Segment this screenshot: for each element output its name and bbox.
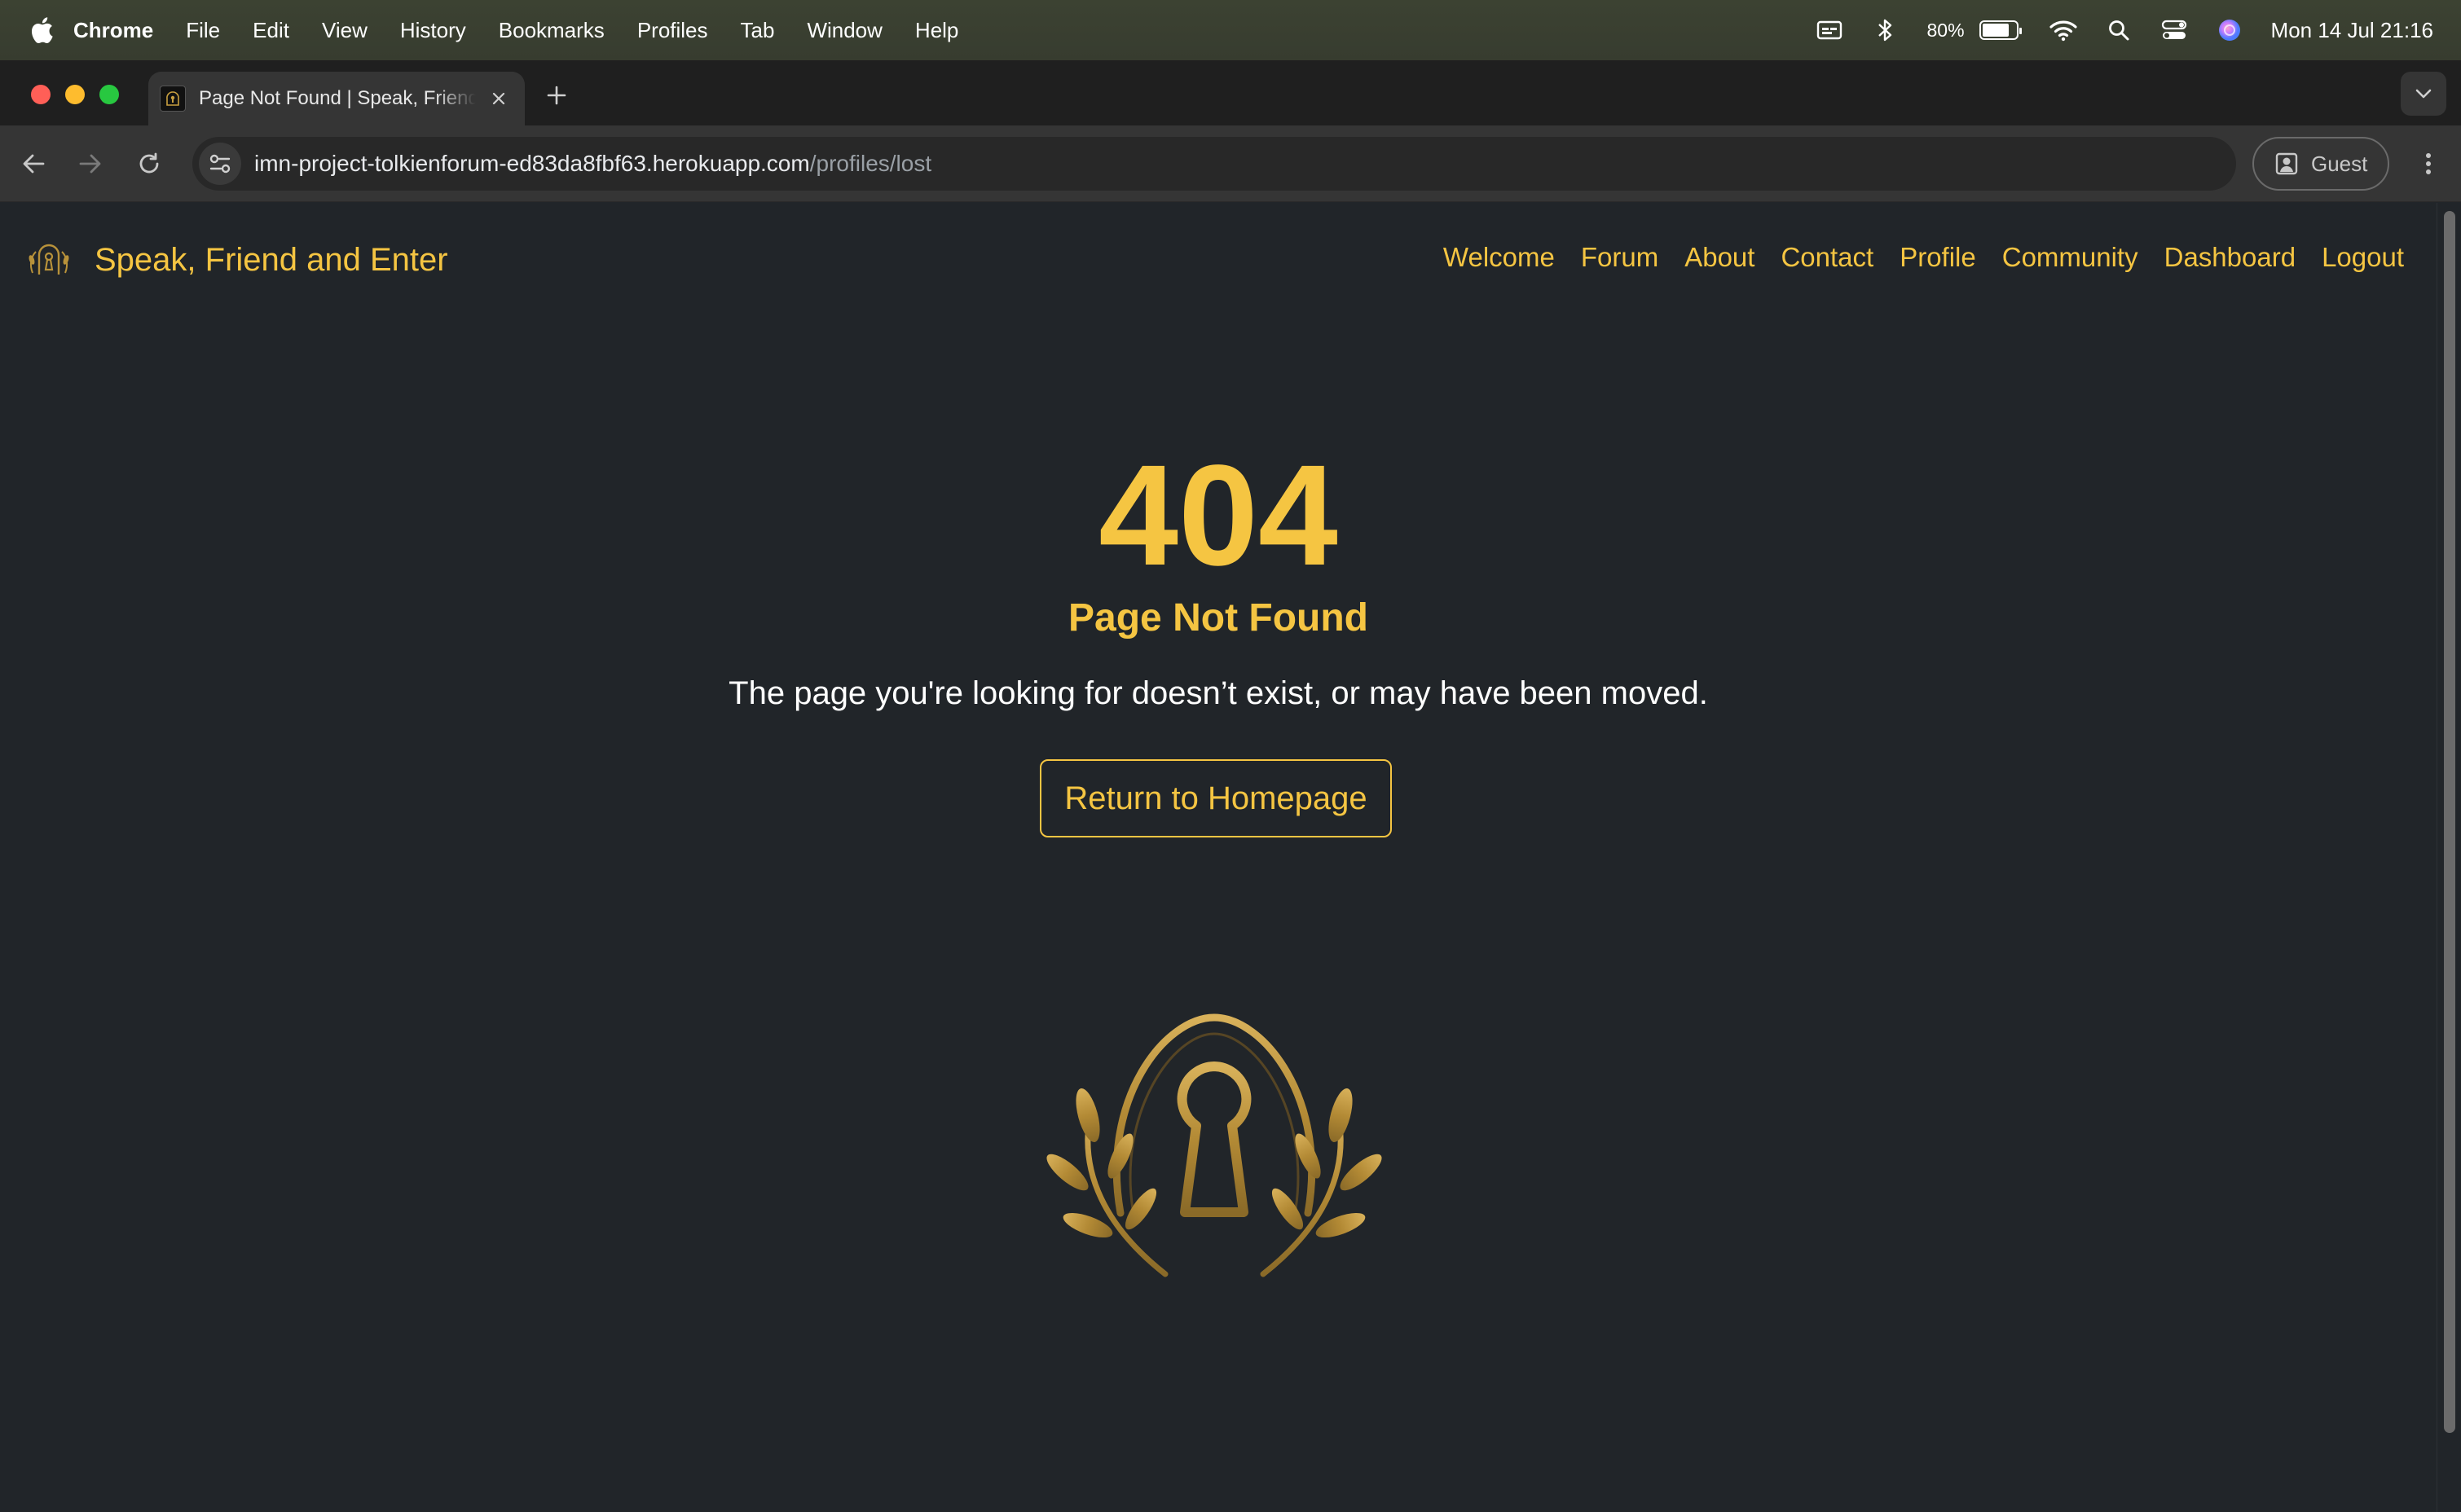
- bluetooth-icon[interactable]: [1871, 16, 1899, 44]
- menu-window[interactable]: Window: [807, 18, 882, 43]
- active-tab[interactable]: Page Not Found | Speak, Friend and Enter: [148, 72, 525, 125]
- page-scrollbar[interactable]: [2437, 203, 2461, 1512]
- tab-search-button[interactable]: [2401, 72, 2446, 116]
- menu-help[interactable]: Help: [915, 18, 958, 43]
- captions-icon[interactable]: [1816, 16, 1843, 44]
- profile-avatar-icon: [2274, 151, 2300, 177]
- nav-logout-link[interactable]: Logout: [2322, 242, 2404, 273]
- tab-title: Page Not Found | Speak, Friend and Enter: [199, 87, 476, 109]
- url-path: /profiles/lost: [809, 151, 932, 176]
- wifi-icon[interactable]: [2049, 16, 2077, 44]
- apple-menu-icon[interactable]: [29, 16, 54, 44]
- siri-icon[interactable]: [2216, 16, 2243, 44]
- site-info-icon[interactable]: [199, 143, 241, 185]
- nav-links: Welcome Forum About Contact Profile Comm…: [1443, 242, 2404, 273]
- keyhole-wreath-logo-icon: [24, 235, 73, 284]
- site-title: Speak, Friend and Enter: [95, 241, 448, 278]
- scrollbar-thumb[interactable]: [2444, 211, 2455, 1433]
- macos-menu-bar: Chrome File Edit View History Bookmarks …: [0, 0, 2461, 60]
- nav-about-link[interactable]: About: [1684, 242, 1754, 273]
- battery-percent: 80%: [1926, 19, 1965, 41]
- url-text[interactable]: imn-project-tolkienforum-ed83da8fbf63.he…: [254, 151, 931, 177]
- menu-clock[interactable]: Mon 14 Jul 21:16: [2271, 18, 2433, 43]
- reload-icon: [139, 152, 159, 174]
- url-host: imn-project-tolkienforum-ed83da8fbf63.he…: [254, 151, 810, 176]
- spotlight-search-icon[interactable]: [2105, 16, 2133, 44]
- browser-menu-icon[interactable]: [2412, 145, 2445, 182]
- menu-edit[interactable]: Edit: [253, 18, 289, 43]
- forward-button[interactable]: [72, 145, 109, 182]
- window-controls: [31, 85, 119, 104]
- menu-profiles[interactable]: Profiles: [637, 18, 708, 43]
- menu-app-name[interactable]: Chrome: [73, 18, 153, 43]
- minimize-window-button[interactable]: [65, 85, 85, 104]
- reload-button[interactable]: [130, 145, 168, 182]
- menu-tab[interactable]: Tab: [741, 18, 775, 43]
- menu-history[interactable]: History: [400, 18, 466, 43]
- profile-label: Guest: [2311, 151, 2368, 176]
- control-center-icon[interactable]: [2160, 16, 2188, 44]
- site-navbar: Speak, Friend and Enter Welcome Forum Ab…: [0, 203, 2437, 314]
- nav-dashboard-link[interactable]: Dashboard: [2164, 242, 2296, 273]
- browser-toolbar: imn-project-tolkienforum-ed83da8fbf63.he…: [0, 125, 2461, 202]
- site-brand[interactable]: Speak, Friend and Enter: [24, 235, 448, 284]
- error-title: Page Not Found: [1068, 596, 1368, 640]
- site-favicon-icon: [160, 86, 186, 112]
- error-message: The page you're looking for doesn’t exis…: [729, 675, 1708, 711]
- keyhole-emblem-icon: [1043, 1009, 1385, 1278]
- close-window-button[interactable]: [31, 85, 51, 104]
- close-tab-icon[interactable]: [487, 87, 510, 110]
- address-bar[interactable]: imn-project-tolkienforum-ed83da8fbf63.he…: [192, 137, 2236, 191]
- menu-view[interactable]: View: [322, 18, 368, 43]
- back-button[interactable]: [15, 145, 52, 182]
- chevron-down-icon: [2415, 89, 2432, 99]
- nav-forum-link[interactable]: Forum: [1581, 242, 1658, 273]
- nav-profile-link[interactable]: Profile: [1900, 242, 1976, 273]
- zoom-window-button[interactable]: [99, 85, 119, 104]
- nav-contact-link[interactable]: Contact: [1781, 242, 1873, 273]
- menu-bookmarks[interactable]: Bookmarks: [499, 18, 605, 43]
- nav-community-link[interactable]: Community: [2002, 242, 2138, 273]
- menu-file[interactable]: File: [186, 18, 220, 43]
- forward-arrow-icon: [79, 154, 101, 174]
- back-arrow-icon: [23, 154, 45, 174]
- browser-tab-strip: Page Not Found | Speak, Friend and Enter: [0, 60, 2461, 125]
- return-home-button[interactable]: Return to Homepage: [1040, 759, 1392, 837]
- error-code: 404: [1098, 436, 1338, 596]
- nav-welcome-link[interactable]: Welcome: [1443, 242, 1555, 273]
- web-page: Speak, Friend and Enter Welcome Forum Ab…: [0, 203, 2461, 1512]
- profile-button[interactable]: Guest: [2252, 137, 2389, 191]
- new-tab-button[interactable]: [543, 81, 570, 109]
- battery-icon[interactable]: [1976, 16, 2022, 44]
